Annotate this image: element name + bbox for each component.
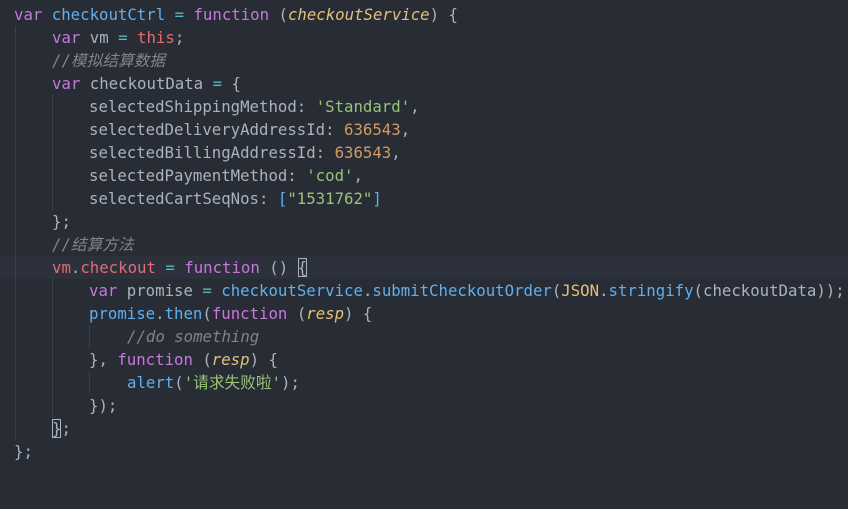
code-text: selectedCartSeqNos: ["1531762"]: [89, 189, 382, 208]
code-comment: //模拟结算数据: [52, 51, 166, 70]
indent-guide: [15, 141, 16, 164]
code-line-20[interactable]: };: [0, 440, 848, 463]
code-text: });: [89, 396, 118, 415]
code-line-5[interactable]: selectedShippingMethod: 'Standard',: [0, 95, 848, 118]
code-line-3[interactable]: //模拟结算数据: [0, 49, 848, 72]
code-line-8[interactable]: selectedPaymentMethod: 'cod',: [0, 164, 848, 187]
indent-guide: [15, 256, 16, 279]
indent-guide: [52, 187, 53, 210]
code-line-6[interactable]: selectedDeliveryAddressId: 636543,: [0, 118, 848, 141]
indent-guide: [52, 118, 53, 141]
indent-guide: [15, 371, 16, 394]
code-line-11[interactable]: //结算方法: [0, 233, 848, 256]
code-line-17[interactable]: alert('请求失败啦');: [0, 371, 848, 394]
indent-guide: [15, 302, 16, 325]
indent-guide: [52, 279, 53, 302]
code-text: selectedDeliveryAddressId: 636543,: [89, 120, 411, 139]
indent-guide: [15, 279, 16, 302]
indent-guide: [52, 141, 53, 164]
code-text: }, function (resp) {: [89, 350, 278, 369]
indent-guide: [52, 302, 53, 325]
code-text: var vm = this;: [52, 28, 185, 47]
code-line-16[interactable]: }, function (resp) {: [0, 348, 848, 371]
indent-guide: [89, 325, 90, 348]
indent-guide: [15, 210, 16, 233]
code-line-18[interactable]: });: [0, 394, 848, 417]
code-text: var checkoutCtrl = function (checkoutSer…: [14, 5, 458, 24]
code-text: selectedShippingMethod: 'Standard',: [89, 97, 420, 116]
indent-guide: [52, 325, 53, 348]
indent-guide: [52, 164, 53, 187]
code-text: var checkoutData = {: [52, 74, 241, 93]
bracket-match-highlight: {: [297, 258, 308, 277]
indent-guide: [15, 95, 16, 118]
indent-guide: [15, 118, 16, 141]
indent-guide: [15, 164, 16, 187]
code-line-10[interactable]: };: [0, 210, 848, 233]
indent-guide: [52, 95, 53, 118]
code-text: };: [52, 419, 71, 438]
code-text: promise.then(function (resp) {: [89, 304, 373, 323]
indent-guide: [15, 72, 16, 95]
code-text: };: [52, 212, 71, 231]
indent-guide: [15, 394, 16, 417]
indent-guide: [52, 348, 53, 371]
code-line-19[interactable]: };: [0, 417, 848, 440]
code-line-14[interactable]: promise.then(function (resp) {: [0, 302, 848, 325]
code-comment: //结算方法: [52, 235, 134, 254]
code-line-1[interactable]: var checkoutCtrl = function (checkoutSer…: [0, 3, 848, 26]
code-editor[interactable]: var checkoutCtrl = function (checkoutSer…: [0, 0, 848, 465]
indent-guide: [52, 371, 53, 394]
indent-guide: [89, 371, 90, 394]
code-line-9[interactable]: selectedCartSeqNos: ["1531762"]: [0, 187, 848, 210]
code-line-15[interactable]: //do something: [0, 325, 848, 348]
code-text: alert('请求失败啦');: [127, 373, 300, 392]
code-line-2[interactable]: var vm = this;: [0, 26, 848, 49]
code-comment: //do something: [127, 327, 260, 346]
code-line-4[interactable]: var checkoutData = {: [0, 72, 848, 95]
indent-guide: [15, 233, 16, 256]
indent-guide: [15, 325, 16, 348]
indent-guide: [15, 187, 16, 210]
indent-guide: [52, 394, 53, 417]
code-text: };: [14, 442, 33, 461]
indent-guide: [15, 26, 16, 49]
code-text: selectedPaymentMethod: 'cod',: [89, 166, 363, 185]
indent-guide: [15, 49, 16, 72]
code-line-12-active[interactable]: vm.checkout = function () {: [0, 256, 848, 279]
code-text: vm.checkout = function () {: [52, 258, 308, 277]
code-text: var promise = checkoutService.submitChec…: [89, 281, 845, 300]
code-line-13[interactable]: var promise = checkoutService.submitChec…: [0, 279, 848, 302]
indent-guide: [15, 348, 16, 371]
code-line-7[interactable]: selectedBillingAddressId: 636543,: [0, 141, 848, 164]
indent-guide: [15, 417, 16, 440]
code-text: selectedBillingAddressId: 636543,: [89, 143, 401, 162]
